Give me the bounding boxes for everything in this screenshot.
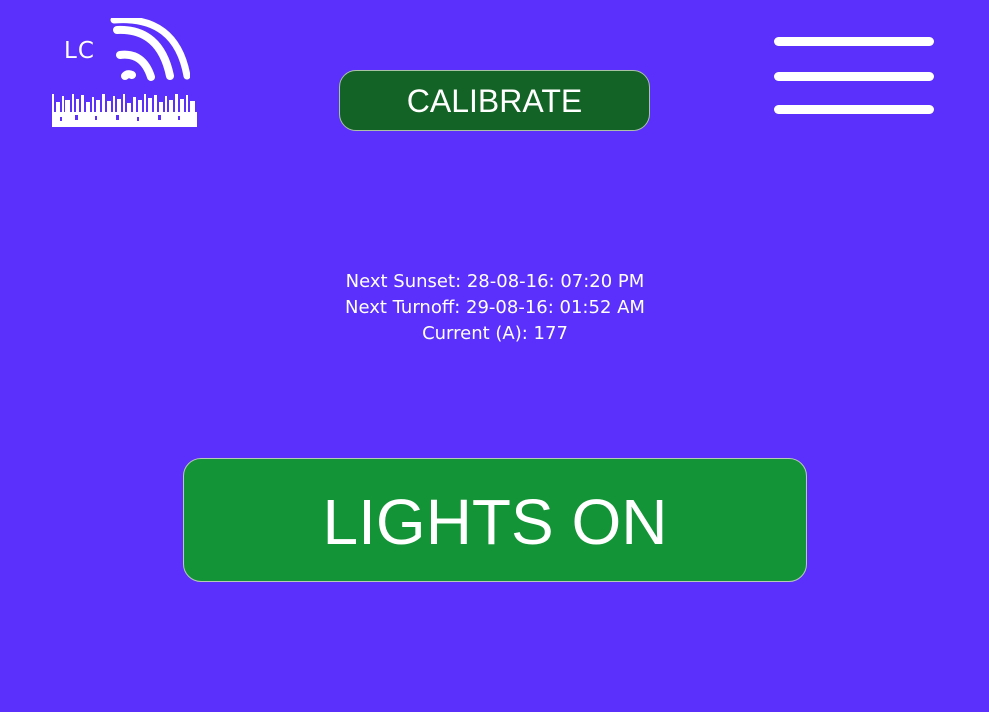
menu-bar-top: [774, 37, 934, 46]
logo-text: LC: [64, 38, 95, 64]
menu-bar-middle: [774, 72, 934, 81]
grass-icon: [52, 94, 197, 127]
current-text: Current (A): 177: [422, 323, 568, 344]
hamburger-menu-icon[interactable]: [772, 34, 936, 118]
menu-bar-bottom: [774, 105, 934, 114]
status-panel: Next Sunset: 28-08-16: 07:20 PM Next Tur…: [195, 269, 795, 347]
next-turnoff-text: Next Turnoff: 29-08-16: 01:52 AM: [345, 297, 645, 318]
next-sunset-text: Next Sunset: 28-08-16: 07:20 PM: [345, 271, 645, 292]
lights-on-button[interactable]: LIGHTS ON: [183, 458, 807, 582]
logo: LC: [50, 18, 202, 134]
wifi-waves-icon: [110, 18, 190, 81]
calibrate-button[interactable]: CALIBRATE: [339, 70, 650, 131]
